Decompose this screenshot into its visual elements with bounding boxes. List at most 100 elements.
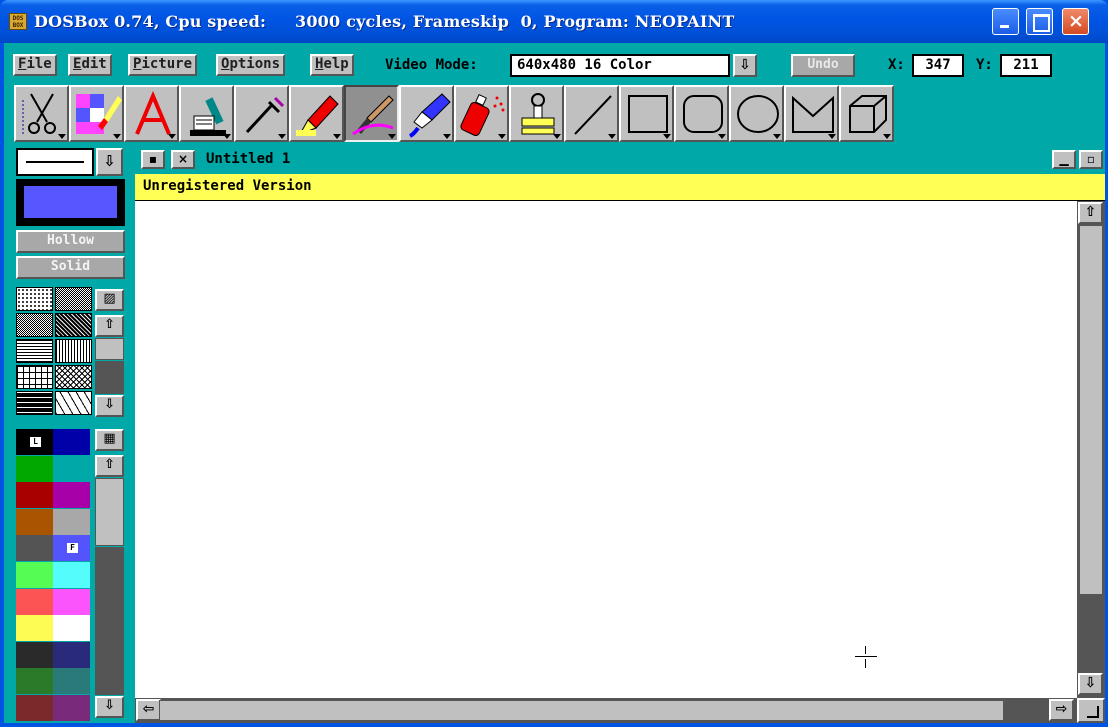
pattern-scroll-track[interactable] [95, 361, 124, 394]
pattern-grid-lines[interactable] [16, 365, 53, 389]
pattern-horizontal-lines[interactable] [16, 339, 53, 363]
cube-tool[interactable] [839, 85, 894, 142]
rectangle-tool[interactable] [619, 85, 674, 142]
palette-swatch[interactable] [53, 482, 90, 509]
line-icon [574, 95, 612, 135]
document-title-bar[interactable]: ▪ × Untitled 1 ▁ ▫ [135, 148, 1105, 171]
minimize-button[interactable] [992, 8, 1019, 35]
palette-edit-button[interactable]: ▦ [95, 429, 124, 451]
pattern-diagonal-sparse[interactable] [55, 391, 92, 415]
stamp-tool[interactable] [509, 85, 564, 142]
pattern-scroll-up-button[interactable]: ⇧ [95, 315, 124, 337]
restore-icon: ▫ [1086, 152, 1096, 166]
color-brush-tool[interactable] [69, 85, 124, 142]
palette-scroll-track[interactable] [95, 547, 124, 695]
palette-swatch[interactable] [53, 668, 90, 695]
text-tool[interactable] [124, 85, 179, 142]
palette-swatch[interactable]: F [53, 535, 90, 562]
resize-grip[interactable] [1077, 698, 1105, 723]
pattern-scroll-down-button[interactable]: ⇩ [95, 395, 124, 417]
window-title-bar[interactable]: DOS BOX DOSBox 0.74, Cpu speed: 3000 cyc… [0, 0, 1108, 43]
pattern-bricks[interactable] [16, 391, 53, 415]
palette-swatch[interactable] [53, 562, 90, 588]
document-restore-button[interactable]: ▫ [1079, 150, 1103, 169]
palette-swatch[interactable] [16, 562, 53, 588]
maximize-button[interactable] [1026, 8, 1053, 35]
menu-picture[interactable]: Picture [128, 54, 198, 76]
palette-swatch[interactable] [16, 455, 53, 482]
horizontal-scrollbar[interactable]: ⇦ ⇨ [135, 698, 1077, 723]
rounded-rectangle-tool[interactable] [674, 85, 729, 142]
polygon-tool[interactable] [784, 85, 839, 142]
scroll-right-button[interactable]: ⇨ [1049, 699, 1074, 721]
pattern-dots-sparse[interactable] [16, 287, 53, 311]
palette-swatch[interactable] [16, 615, 53, 642]
scroll-left-button[interactable]: ⇦ [136, 699, 161, 721]
menu-options[interactable]: Options [216, 54, 286, 76]
palette-swatch[interactable] [16, 695, 53, 721]
menu-help[interactable]: Help [310, 54, 354, 76]
marker-tool[interactable] [289, 85, 344, 142]
menu-edit[interactable]: Edit [68, 54, 112, 76]
close-button[interactable]: × [1062, 8, 1089, 35]
hollow-button[interactable]: Hollow [16, 230, 125, 253]
spray-can-tool[interactable] [454, 85, 509, 142]
palette-scroll-up-button[interactable]: ⇧ [95, 455, 124, 477]
ellipse-tool[interactable] [729, 85, 784, 142]
video-mode-select[interactable]: 640x480 16 Color [510, 54, 730, 77]
palette-swatch[interactable] [16, 508, 53, 535]
palette-swatch[interactable] [53, 429, 90, 455]
palette-swatch[interactable]: L [16, 429, 53, 455]
dropper-tool[interactable] [234, 85, 289, 142]
pattern-crosshatch[interactable] [55, 365, 92, 389]
menu-bar: File Edit Picture Options Help Video Mod… [4, 43, 1105, 85]
unregistered-banner: Unregistered Version [135, 174, 1105, 201]
pattern-dots-dense[interactable] [55, 287, 92, 311]
palette-swatch[interactable] [53, 455, 90, 482]
palette-swatch[interactable] [16, 588, 53, 615]
undo-button[interactable]: Undo [791, 54, 855, 77]
polygon-icon [792, 95, 834, 133]
microscope-tool[interactable] [179, 85, 234, 142]
pattern-checker-fine[interactable] [16, 313, 53, 337]
line-width-select[interactable] [16, 148, 94, 176]
fill-tube-tool[interactable] [399, 85, 454, 142]
palette-swatch[interactable] [16, 535, 53, 562]
menu-file[interactable]: File [13, 54, 57, 76]
line-tool[interactable] [564, 85, 619, 142]
rounded-rectangle-icon [683, 95, 723, 133]
palette-swatch[interactable] [53, 588, 90, 615]
pattern-vertical-lines[interactable] [55, 339, 92, 363]
pattern-edit-button[interactable]: ▨ [95, 289, 124, 311]
palette-swatch[interactable] [16, 668, 53, 695]
palette-swatch[interactable] [53, 615, 90, 642]
solid-button[interactable]: Solid [16, 256, 125, 279]
palette-scroll-down-button[interactable]: ⇩ [95, 696, 124, 718]
document-close-button[interactable]: × [171, 150, 195, 169]
scroll-down-button[interactable]: ⇩ [1078, 673, 1103, 695]
document-title: Untitled 1 [206, 151, 291, 167]
line-width-dropdown-button[interactable]: ⇩ [96, 148, 123, 176]
drawing-canvas[interactable] [135, 201, 1077, 698]
palette-swatch[interactable] [53, 695, 90, 721]
dosbox-icon: DOS BOX [9, 13, 27, 30]
arrow-right-icon: ⇨ [1055, 701, 1068, 717]
palette-swatch[interactable] [16, 482, 53, 509]
horizontal-scroll-thumb[interactable] [159, 700, 1004, 721]
pattern-grid [16, 287, 94, 417]
neopaint-app: File Edit Picture Options Help Video Mod… [4, 43, 1105, 723]
vertical-scrollbar[interactable]: ⇧ ⇩ [1077, 201, 1105, 698]
document-menu-button[interactable]: ▪ [141, 150, 165, 169]
pattern-scroll-thumb[interactable] [95, 338, 124, 360]
palette-swatch[interactable] [53, 508, 90, 535]
palette-swatch[interactable] [53, 641, 90, 668]
pattern-diagonal-dense[interactable] [55, 313, 92, 337]
vertical-scroll-thumb[interactable] [1079, 225, 1103, 595]
scroll-up-button[interactable]: ⇧ [1078, 202, 1103, 224]
scissors-tool[interactable] [14, 85, 69, 142]
document-minimize-button[interactable]: ▁ [1052, 150, 1076, 169]
palette-scroll-thumb[interactable] [95, 478, 124, 546]
video-mode-dropdown-button[interactable]: ⇩ [733, 54, 757, 77]
palette-swatch[interactable] [16, 641, 53, 668]
brush-tool[interactable] [344, 85, 399, 142]
